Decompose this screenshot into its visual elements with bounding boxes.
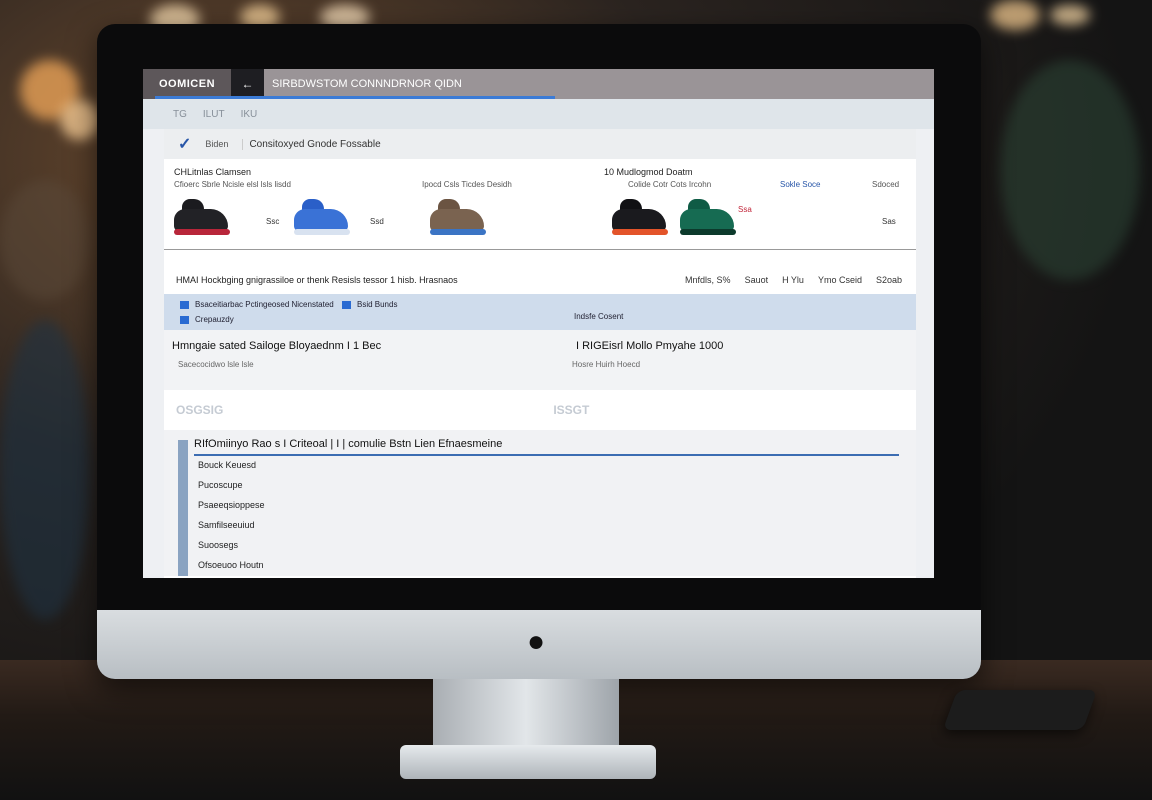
info-item: Ymo Cseid xyxy=(817,275,862,285)
search-result-meta: Hosre Huirh Hoecd xyxy=(572,360,641,369)
bokeh-light xyxy=(0,320,90,620)
info-text: HMAI Hockbging gnigrassiloe or thenk Res… xyxy=(176,275,458,285)
panel-item[interactable]: Bouck Keuesd xyxy=(198,460,256,470)
bokeh-light xyxy=(990,0,1040,30)
bokeh-light xyxy=(1000,60,1140,280)
details-panel: RIfOmiinyo Rao s I Criteoal | I | comuli… xyxy=(164,430,916,576)
checkbox-icon[interactable] xyxy=(180,300,189,309)
info-item: H Ylu xyxy=(782,275,804,285)
search-result-price[interactable]: I RIGEisrl Mollo Pmyahe 1000 xyxy=(576,340,723,352)
product-price: Ssc xyxy=(266,217,280,226)
panel-item[interactable]: Samfilseeuiud xyxy=(198,520,255,530)
product-shoe-black-red[interactable] xyxy=(174,199,230,235)
product-group-subtitle: Ipocd Csls Ticdes Desidh xyxy=(422,180,512,189)
info-item: Sauot xyxy=(744,275,769,285)
url-text[interactable]: SIRBDWSTOM CONNNDRNOR QIDN xyxy=(272,78,462,90)
section-label-left: OSGSIG xyxy=(176,403,224,417)
filter-row: Bsaceitiarbac Pctingeosed Nicenstated Bs… xyxy=(164,294,916,330)
info-row: HMAI Hockbging gnigrassiloe or thenk Res… xyxy=(164,266,916,294)
panel-item[interactable]: Ofsoeuoo Houtn xyxy=(198,560,264,570)
search-result-row: Hmngaie sated Sailoge Bloyaednm I 1 Bec … xyxy=(164,330,916,390)
panel-title: RIfOmiinyo Rao s I Criteoal | I | comuli… xyxy=(194,438,899,456)
back-button[interactable]: ← xyxy=(231,69,264,99)
product-shoe-black-orange[interactable] xyxy=(612,199,668,235)
loading-bar xyxy=(155,96,555,99)
product-price-label: Sdoced xyxy=(872,180,900,189)
store-page: ✓ Biden Consitoxyed Gnode Fossable CHLit… xyxy=(164,129,916,578)
bokeh-light xyxy=(60,100,100,140)
store-title: Consitoxyed Gnode Fossable xyxy=(242,138,381,150)
sub-navigation: TG ILUT IKU xyxy=(143,99,934,129)
panel-scrollbar[interactable] xyxy=(178,440,188,576)
monitor-stand-foot xyxy=(400,745,656,779)
arrow-left-icon: ← xyxy=(241,77,254,91)
store-label[interactable]: Biden xyxy=(205,139,228,149)
filter-middle-label: Indsfe Cosent xyxy=(574,312,624,321)
product-group-subtitle: Cfioerc Sbrle Ncisle elsl lsls lisdd xyxy=(174,180,291,189)
filter-option[interactable]: Crepauzdy xyxy=(180,315,916,324)
product-price: Sas xyxy=(882,217,896,226)
search-result-title[interactable]: Hmngaie sated Sailoge Bloyaednm I 1 Bec xyxy=(172,340,381,352)
monitor-stand xyxy=(433,679,619,749)
keyboard xyxy=(942,690,1098,730)
panel-item[interactable]: Suoosegs xyxy=(198,540,238,550)
section-label-right: ISSGT xyxy=(553,403,590,417)
product-strip: CHLitnlas Clamsen Cfioerc Sbrle Ncisle e… xyxy=(164,159,916,250)
panel-item[interactable]: Pucoscupe xyxy=(198,480,243,490)
search-result-meta: Sacecocidwo lsle lsle xyxy=(178,360,254,369)
screen: OOMICEN ← SIRBDWSTOM CONNNDRNOR QIDN TG … xyxy=(143,69,934,578)
nav-item[interactable]: TG xyxy=(173,109,187,120)
checkbox-icon[interactable] xyxy=(341,300,351,309)
nav-item[interactable]: IKU xyxy=(241,109,258,120)
product-shoe-blue[interactable] xyxy=(294,199,350,235)
bokeh-light xyxy=(0,180,90,300)
product-price: Ssd xyxy=(370,217,384,226)
apple-logo-icon: ● xyxy=(526,625,546,658)
product-group-title: CHLitnlas Clamsen xyxy=(174,167,252,177)
product-price: Ssa xyxy=(738,205,752,214)
filter-option[interactable]: Bsaceitiarbac Pctingeosed Nicenstated Bs… xyxy=(180,300,916,309)
bokeh-light xyxy=(1050,5,1090,25)
checkbox-icon[interactable] xyxy=(180,315,189,324)
product-shoe-brown[interactable] xyxy=(430,199,486,235)
info-item: S2oab xyxy=(875,275,902,285)
info-item: Mnfdls, S% xyxy=(685,275,731,285)
section-header: OSGSIG ISSGT xyxy=(164,390,916,430)
nav-item[interactable]: ILUT xyxy=(203,109,225,120)
product-group-subtitle: Colide Cotr Cots Ircohn xyxy=(628,180,712,189)
browser-top-bar: OOMICEN ← SIRBDWSTOM CONNNDRNOR QIDN xyxy=(143,69,934,99)
product-tag[interactable]: Sokle Soce xyxy=(780,180,820,189)
brand-label[interactable]: OOMICEN xyxy=(143,69,231,99)
store-header: ✓ Biden Consitoxyed Gnode Fossable xyxy=(164,129,916,159)
brand-check-icon[interactable]: ✓ xyxy=(178,134,191,154)
panel-item[interactable]: Psaeeqsioppese xyxy=(198,500,265,510)
product-shoe-green[interactable] xyxy=(680,199,736,235)
product-group-title: 10 Mudlogmod Doatm xyxy=(604,167,693,177)
